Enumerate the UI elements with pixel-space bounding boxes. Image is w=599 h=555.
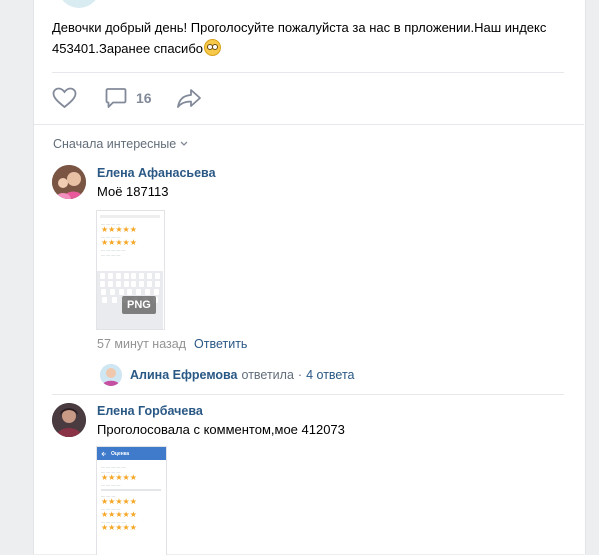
comment-divider [52,394,564,395]
post-text-line2: 453401.Заранее спасибо [52,41,203,56]
chevron-down-icon [180,141,188,146]
avatar-photo [52,403,86,437]
comment-author-name[interactable]: Елена Горбачева [97,404,203,418]
thread-separator: · [297,368,303,382]
avatar-photo [52,165,86,199]
comment-time[interactable]: 57 минут назад [97,337,186,351]
comment-meta: 57 минут назад Ответить [97,337,247,351]
reply-link[interactable]: Ответить [194,337,247,351]
thread-avatar[interactable] [100,364,122,386]
thread-replies-count[interactable]: 4 ответа [306,368,354,382]
screenshot-content: — — — — ★★★★★ — — — — ★★★★★ — — — — — — … [101,221,137,257]
share-arrow-icon [177,89,201,108]
screenshot-bar [100,215,160,218]
screenshot-content: — — — — — — — — — ★★★★★ — — — — — — — ★★… [101,464,161,532]
comment-text: Моё 187113 [97,184,169,199]
post-divider [52,72,564,73]
screenshot-header: Оценка [97,447,166,460]
comment-image-attachment[interactable]: — — — — ★★★★★ — — — — ★★★★★ — — — — — — … [96,210,165,330]
comment-sort-dropdown[interactable]: Сначала интересные [53,137,188,151]
comment-author-name[interactable]: Елена Афанасьева [97,166,216,180]
post-text-line2-wrap: 453401.Заранее спасибо [52,38,572,59]
png-badge: PNG [122,296,156,314]
comment-image-attachment[interactable]: Оценка — — — — — — — — — ★★★★★ — — — — —… [96,446,167,555]
comment-author-avatar[interactable] [52,403,86,437]
like-button[interactable] [52,86,77,110]
flushed-face-emoji-icon [204,39,221,56]
sort-label: Сначала интересные [53,137,177,151]
post-actions: 16 [52,86,552,110]
thread-avatar-photo [100,364,122,386]
back-arrow-icon [101,451,106,456]
actions-divider [34,124,584,125]
comments-count: 16 [136,90,152,106]
comment-text: Проголосовала с комментом,мое 412073 [97,422,345,437]
comment-bubble-icon [105,88,127,108]
thread-action: ответила [241,368,294,382]
post-text-line1: Девочки добрый день! Проголосуйте пожалу… [52,20,547,35]
post-text: Девочки добрый день! Проголосуйте пожалу… [52,17,572,59]
thread-author[interactable]: Алина Ефремова [130,368,238,382]
heart-icon [52,87,77,109]
share-button[interactable] [176,86,202,110]
reply-thread[interactable]: Алина Ефремова ответила · 4 ответа [100,364,355,386]
screenshot-title: Оценка [111,450,130,457]
comment-author-avatar[interactable] [52,165,86,199]
comment-button[interactable]: 16 [105,86,152,110]
